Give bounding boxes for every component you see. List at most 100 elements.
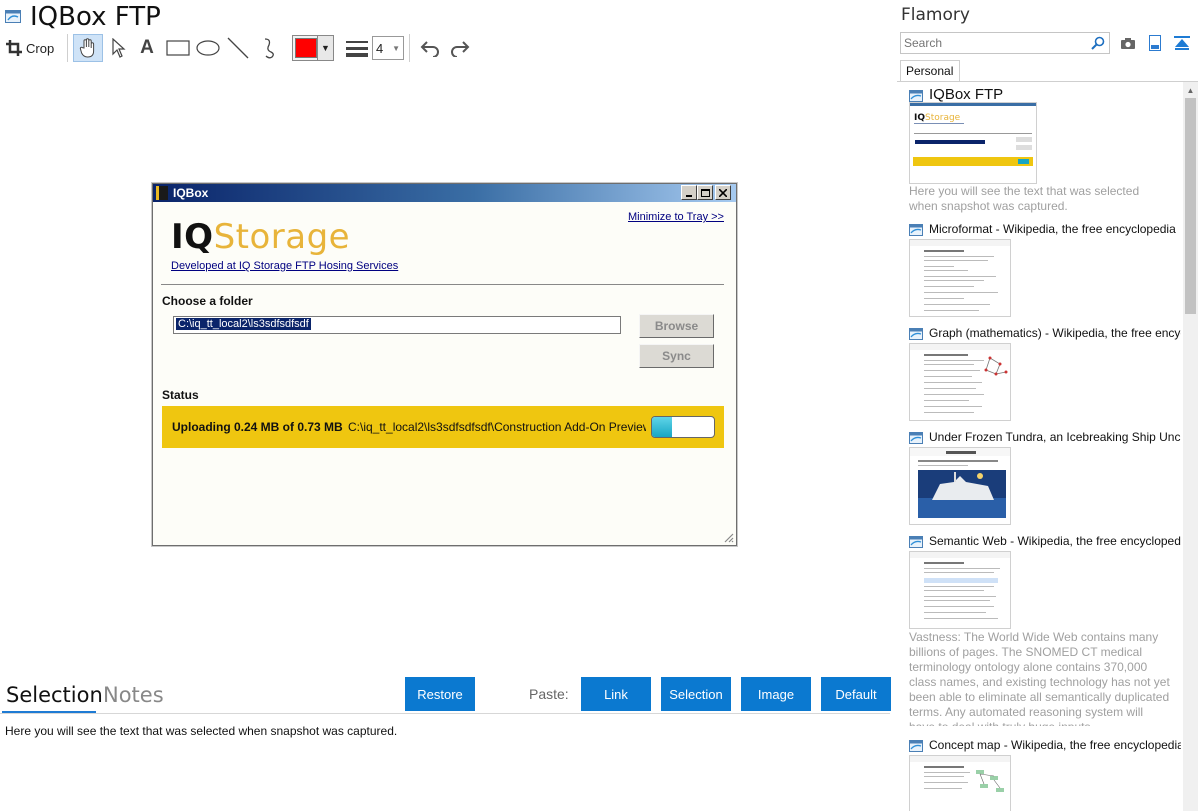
- snapshot-title: Concept map - Wikipedia, the free encycl…: [929, 738, 1181, 752]
- iqbox-titlebar: IQBox: [153, 184, 736, 202]
- selection-text-content[interactable]: Here you will see the text that was sele…: [5, 724, 397, 738]
- line-width-select[interactable]: 4 ▼: [372, 36, 404, 60]
- color-swatch: [295, 38, 317, 58]
- search-icon[interactable]: [1091, 36, 1105, 50]
- maximize-icon: [697, 185, 713, 200]
- progress-fill: [652, 417, 673, 437]
- redo-button[interactable]: [446, 34, 474, 62]
- divider: [0, 713, 890, 714]
- svg-text:IQStorage: IQStorage: [914, 113, 961, 123]
- toolbar-divider: [67, 34, 68, 62]
- webpage-icon: [909, 90, 923, 102]
- logo-iq-text: IQ: [171, 217, 214, 257]
- crop-button[interactable]: Crop: [6, 36, 62, 60]
- webpage-icon: [909, 432, 923, 444]
- sidebar-scrollbar[interactable]: ▲: [1183, 82, 1198, 811]
- redo-icon: [451, 41, 470, 57]
- snapshot-thumbnail: [909, 447, 1011, 525]
- snapshot-thumbnail: [909, 551, 1011, 629]
- document-header: IQBox FTP Crop A ▼ 4 ▼: [0, 0, 895, 70]
- text-tool-icon: A: [140, 37, 154, 58]
- scrollbar-thumb[interactable]: [1185, 98, 1196, 314]
- minimize-icon: [681, 185, 697, 200]
- document-title: IQBox FTP: [30, 2, 161, 32]
- ellipse-icon: [196, 40, 220, 56]
- snapshot-thumbnail: [909, 343, 1011, 421]
- upload-file-path: C:\iq_tt_local2\ls3sdfsdfsdf\Constructio…: [348, 420, 646, 434]
- developed-at-link: Developed at IQ Storage FTP Hosing Servi…: [171, 260, 399, 272]
- logo-storage-text: Storage: [213, 217, 351, 257]
- line-width-value: 4: [376, 40, 384, 56]
- tab-personal[interactable]: Personal: [900, 60, 960, 82]
- snapshot-title: Semantic Web - Wikipedia, the free encyc…: [929, 534, 1181, 548]
- crop-label: Crop: [26, 40, 55, 56]
- paste-default-button[interactable]: Default: [821, 677, 891, 711]
- color-picker-dropdown[interactable]: ▼: [292, 35, 334, 61]
- snapshot-list: IQBox FTP IQStorage Here you will see th…: [897, 82, 1183, 811]
- freehand-tool-button[interactable]: [254, 34, 282, 62]
- paste-image-button[interactable]: Image: [741, 677, 811, 711]
- divider: [161, 284, 724, 285]
- snapshot-title: IQBox FTP: [929, 86, 1004, 103]
- browse-button: Browse: [639, 314, 714, 338]
- close-icon: [715, 185, 731, 200]
- toolbar-divider: [409, 34, 410, 62]
- webpage-icon: [5, 10, 21, 23]
- webpage-icon: [909, 328, 923, 340]
- camera-icon[interactable]: [1119, 34, 1137, 52]
- iqbox-window-title: IQBox: [173, 186, 209, 200]
- upload-progress-text: Uploading 0.24 MB of 0.73 MB: [172, 420, 343, 434]
- undo-icon: [420, 41, 439, 57]
- paste-label: Paste:: [529, 686, 569, 702]
- webpage-icon: [909, 536, 923, 548]
- choose-folder-label: Choose a folder: [162, 294, 253, 308]
- text-tool-button[interactable]: A: [134, 34, 160, 62]
- status-label: Status: [162, 388, 199, 402]
- tab-notes[interactable]: Notes: [103, 683, 164, 707]
- line-width-icon: [344, 34, 370, 62]
- rectangle-icon: [166, 40, 190, 56]
- snapshot-title: Graph (mathematics) - Wikipedia, the fre…: [929, 326, 1181, 340]
- rectangle-tool-button[interactable]: [164, 34, 192, 62]
- hand-tool-button[interactable]: [73, 34, 103, 62]
- snapshot-canvas[interactable]: IQBox IQStorage Minimize to Tray >> Deve…: [0, 70, 895, 675]
- upload-progress-bar: [651, 416, 715, 438]
- pointer-tool-button[interactable]: [106, 34, 132, 62]
- line-tool-button[interactable]: [224, 34, 252, 62]
- iqbox-app-icon: [156, 186, 168, 200]
- chevron-down-icon: ▼: [317, 36, 333, 60]
- document-icon[interactable]: [1146, 34, 1164, 52]
- scroll-up-arrow-icon[interactable]: ▲: [1183, 82, 1198, 98]
- paste-link-button[interactable]: Link: [581, 677, 651, 711]
- collapse-panel-icon[interactable]: [1173, 34, 1191, 52]
- hand-icon: [79, 38, 95, 58]
- folder-path-value: C:\iq_tt_local2\ls3sdfsdfsdf: [176, 318, 311, 330]
- bottom-panel-bar: Selection Notes Restore Paste: Link Sele…: [0, 675, 895, 715]
- sync-button: Sync: [639, 344, 714, 368]
- snapshot-title: Microformat - Wikipedia, the free encycl…: [929, 222, 1176, 236]
- snapshot-description: Vastness: The World Wide Web contains ma…: [909, 630, 1170, 726]
- restore-button[interactable]: Restore: [405, 677, 475, 711]
- undo-button[interactable]: [416, 34, 444, 62]
- tab-selection[interactable]: Selection: [6, 683, 103, 707]
- line-icon: [227, 37, 249, 59]
- annotation-toolbar: Crop A ▼ 4 ▼: [0, 32, 895, 64]
- snapshot-title: Under Frozen Tundra, an Icebreaking Ship…: [929, 430, 1181, 444]
- iqstorage-logo: IQStorage: [171, 217, 350, 257]
- crop-icon: [6, 40, 22, 56]
- freehand-icon: [264, 38, 274, 59]
- search-box: [900, 32, 1110, 54]
- iqbox-window-screenshot: IQBox IQStorage Minimize to Tray >> Deve…: [152, 183, 737, 546]
- paste-selection-button[interactable]: Selection: [661, 677, 731, 711]
- cursor-arrow-icon: [112, 38, 126, 58]
- search-input[interactable]: [901, 33, 1086, 53]
- ellipse-tool-button[interactable]: [194, 34, 222, 62]
- snapshot-description: Here you will see the text that was sele…: [909, 184, 1140, 213]
- chevron-down-icon: ▼: [392, 43, 400, 53]
- snapshot-thumbnail: [909, 755, 1011, 811]
- upload-status-bar: Uploading 0.24 MB of 0.73 MB C:\iq_tt_lo…: [162, 406, 724, 448]
- flamory-sidebar: Flamory Personal IQBox FTP IQStorage: [897, 0, 1198, 811]
- webpage-icon: [909, 740, 923, 752]
- snapshot-thumbnail: IQStorage: [909, 102, 1037, 184]
- folder-path-field: C:\iq_tt_local2\ls3sdfsdfsdf: [173, 316, 621, 334]
